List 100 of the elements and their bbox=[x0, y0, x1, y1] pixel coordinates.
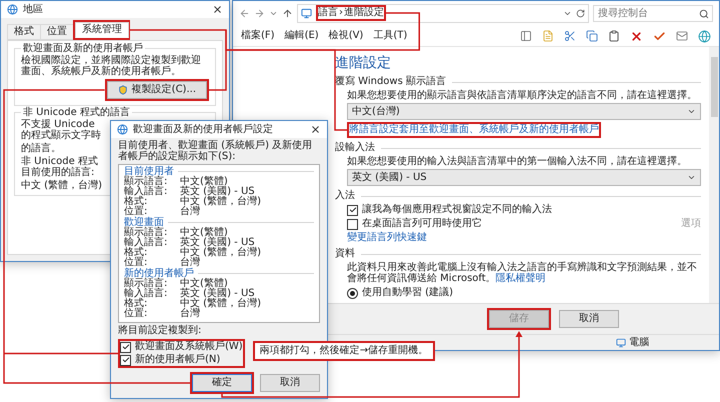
settings-link[interactable]: 將語言設定套用至歡迎畫面、系統帳戶及新的使用者帳戶 bbox=[349, 124, 599, 136]
address-bar[interactable]: 語言›進階設定 bbox=[297, 4, 589, 23]
panel-icon[interactable] bbox=[520, 30, 532, 42]
setting-value: 英文 (美國) - US bbox=[180, 238, 255, 248]
description-text: 不支援 Unicode 的程式顯示文字時 bbox=[21, 119, 102, 141]
copy-icon[interactable] bbox=[586, 30, 598, 42]
section-title: 資料 bbox=[335, 248, 355, 260]
setting-value: 中文(繁體) bbox=[180, 228, 228, 238]
checkbox-label[interactable]: 在桌面語言列可用時使用它 bbox=[362, 218, 482, 230]
search-field[interactable]: 搜尋控制台 bbox=[593, 5, 713, 22]
description-text: 檢視國際設定，並將國際設定複製到歡迎畫面、系統帳戶及新的使用者帳戶。 bbox=[21, 55, 202, 77]
setting-value: 中文(繁體) bbox=[180, 177, 228, 187]
checkbox[interactable] bbox=[120, 354, 131, 366]
checkbox-label[interactable]: 歡迎畫面及系統帳戶(W) bbox=[135, 341, 243, 353]
setting-value: 中文 (繁體，台灣) bbox=[180, 197, 262, 207]
checkbox[interactable] bbox=[347, 204, 358, 216]
field-value: 中文 (繁體，台灣) bbox=[21, 180, 103, 191]
breadcrumb-item[interactable]: 進階設定 bbox=[344, 7, 384, 19]
setting-label: 格式: bbox=[124, 248, 148, 258]
tab[interactable]: 系統管理 bbox=[75, 22, 129, 38]
globe-icon[interactable] bbox=[698, 30, 711, 42]
scissors-icon[interactable] bbox=[564, 30, 576, 42]
checkbox-label[interactable]: 新的使用者帳戶(N) bbox=[135, 354, 220, 366]
callout-note: 兩項都打勾，然後確定→儲存重開機。 bbox=[252, 341, 436, 361]
menu-item[interactable]: 檔案(F) bbox=[241, 30, 275, 42]
cancel-button[interactable]: 取消 bbox=[260, 374, 320, 392]
setting-label: 輸入語言: bbox=[124, 187, 168, 197]
tab[interactable]: 位置 bbox=[40, 24, 74, 40]
setting-label: 格式: bbox=[124, 197, 148, 207]
description-text: 的語言。 bbox=[21, 143, 62, 154]
setting-value: 英文 (美國) - US bbox=[180, 187, 255, 197]
setting-label: 位置: bbox=[124, 309, 148, 319]
description-text: 如果您想要使用的輸入法與語言清單中的第一個輸入法不同，請在這裡選擇。 bbox=[347, 156, 688, 167]
copy-settings-button[interactable]: 複製設定(C)... bbox=[106, 81, 207, 99]
setting-value: 中文 (繁體，台灣) bbox=[180, 248, 262, 258]
setting-label: 顯示語言: bbox=[124, 228, 168, 238]
globe-icon bbox=[7, 4, 18, 15]
mail-icon[interactable] bbox=[676, 30, 688, 42]
group-title: 非 Unicode 程式的語言 bbox=[22, 107, 131, 118]
setting-label: 顯示語言: bbox=[124, 177, 168, 187]
setting-value: 中文(繁體) bbox=[180, 279, 228, 289]
menu-item[interactable]: 編輯(E) bbox=[284, 30, 319, 42]
shield-icon bbox=[118, 85, 128, 95]
delete-icon[interactable] bbox=[630, 30, 643, 42]
language-dropdown[interactable]: 中文(台灣) bbox=[347, 103, 701, 120]
group-title: 歡迎畫面 bbox=[124, 217, 164, 228]
checkbox[interactable] bbox=[347, 218, 358, 230]
chevron-icon bbox=[687, 173, 696, 182]
check-icon[interactable] bbox=[653, 30, 666, 42]
close-icon[interactable] bbox=[310, 124, 321, 135]
chevron-icon bbox=[687, 107, 696, 116]
menu-item[interactable]: 工具(T) bbox=[373, 30, 408, 42]
breadcrumb-separator: › bbox=[339, 7, 343, 19]
scrollbar[interactable] bbox=[709, 47, 719, 303]
ok-button[interactable]: 確定 bbox=[192, 374, 252, 392]
description-text: 目前使用者、歡迎畫面 (系統帳戶) 及新使用者帳戶的設定顯示如下(S): bbox=[118, 140, 314, 162]
setting-value: 台灣 bbox=[180, 258, 201, 268]
up-icon[interactable] bbox=[282, 8, 293, 19]
clipboard-icon[interactable] bbox=[608, 30, 620, 42]
back-icon[interactable] bbox=[239, 8, 250, 19]
group-title: 新的使用者帳戶 bbox=[124, 268, 194, 279]
page-heading: 進階設定 bbox=[335, 54, 391, 72]
settings-link[interactable]: 變更語言列快速鍵 bbox=[347, 232, 427, 244]
setting-label: 位置: bbox=[124, 258, 148, 268]
dropdown-icon[interactable] bbox=[269, 9, 278, 18]
search-icon bbox=[699, 9, 709, 19]
setting-label: 顯示語言: bbox=[124, 279, 168, 289]
section-title: 入法 bbox=[335, 190, 355, 202]
monitor-icon bbox=[301, 8, 312, 19]
group-title: 歡迎畫面及新的使用者帳戶 bbox=[22, 43, 144, 54]
section-title: 覆寫 Windows 顯示語言 bbox=[335, 76, 446, 88]
checkbox-label[interactable]: 讓我為每個應用程式視窗設定不同的輸入法 bbox=[362, 204, 552, 216]
setting-label: 輸入語言: bbox=[124, 238, 168, 248]
setting-value: 台灣 bbox=[180, 309, 201, 319]
radio-button[interactable] bbox=[347, 288, 358, 298]
status-text: 電腦 bbox=[629, 336, 649, 348]
breadcrumb-item[interactable]: 語言 bbox=[318, 7, 338, 19]
forward-icon[interactable] bbox=[254, 8, 265, 19]
language-dropdown[interactable]: 英文 (美國) - US bbox=[347, 169, 701, 186]
setting-value: 台灣 bbox=[180, 207, 201, 217]
close-icon[interactable] bbox=[212, 4, 223, 15]
tab[interactable]: 格式 bbox=[7, 24, 41, 40]
setting-label: 輸入語言: bbox=[124, 289, 168, 299]
computer-icon bbox=[616, 338, 626, 348]
window-title: 歡迎畫面及新的使用者帳戶設定 bbox=[133, 124, 274, 136]
checkbox[interactable] bbox=[120, 342, 131, 352]
field-label: 非 Unicode 程式目前使用的語言: bbox=[21, 156, 99, 178]
radio-label[interactable]: 使用自動學習 (建議) bbox=[362, 287, 453, 299]
description-text: 如果您想要使用的顯示語言與依語言清單順序決定的語言不同，請在這裡選擇。 bbox=[347, 90, 698, 101]
setting-label: 位置: bbox=[124, 207, 148, 217]
setting-value: 英文 (美國) - US bbox=[180, 289, 255, 299]
setting-value: 中文 (繁體，台灣) bbox=[180, 299, 262, 309]
menu-item[interactable]: 檢視(V) bbox=[328, 30, 364, 42]
globe-icon bbox=[117, 124, 128, 135]
copy-to-label: 將目前設定複製到: bbox=[118, 325, 202, 337]
dropdown-icon[interactable] bbox=[563, 9, 572, 18]
privacy-link[interactable]: 隱私權聲明 bbox=[496, 273, 546, 284]
group-title: 目前使用者 bbox=[124, 166, 174, 177]
cancel-button[interactable]: 取消 bbox=[559, 310, 619, 328]
refresh-icon[interactable] bbox=[576, 9, 585, 18]
